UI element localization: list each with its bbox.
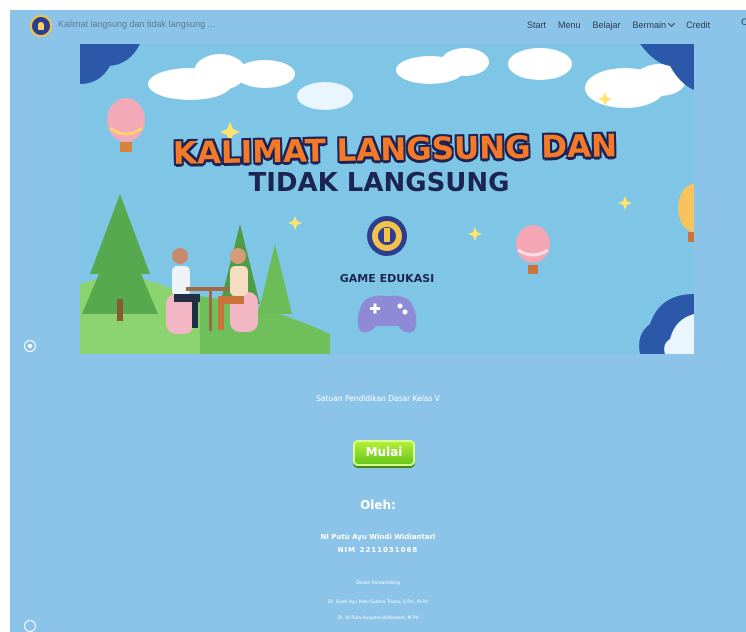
by-label: Oleh:	[360, 498, 396, 512]
advisor-title: Dosen Pembimbing	[356, 581, 400, 586]
start-button[interactable]: Mulai	[353, 440, 415, 466]
nav-bermain[interactable]: Bermain	[632, 19, 676, 30]
banner-title-line2: TIDAK LANGSUNG	[248, 168, 510, 198]
university-logo-icon[interactable]	[30, 15, 52, 37]
advisor-2: Dr. Ni Putu Kusuma Widiastuti, M.Pd	[337, 616, 419, 621]
nav-bermain-label: Bermain	[632, 20, 667, 30]
author-name: Ni Putu Ayu Windi Widiantari	[320, 533, 436, 541]
advisor-1: Dr. Gusti Ayu Putu Sukma Trisna, S.Pd., …	[327, 600, 429, 605]
banner-illustration	[80, 44, 694, 354]
site-title[interactable]: Kalimat langsung dan tidak langsung ...	[58, 19, 215, 29]
nav-belajar[interactable]: Belajar	[593, 20, 621, 30]
main-nav: Start Menu Belajar Bermain Credit	[527, 19, 722, 30]
page: Kalimat langsung dan tidak langsung ... …	[10, 10, 746, 632]
circle-icon[interactable]	[24, 340, 36, 352]
nav-menu[interactable]: Menu	[558, 20, 581, 30]
top-bar: Kalimat langsung dan tidak langsung ... …	[10, 10, 746, 44]
circle-icon[interactable]	[24, 620, 36, 632]
nav-start[interactable]: Start	[527, 20, 546, 30]
author-nim: NIM 2211031068	[337, 546, 419, 554]
chevron-down-icon	[668, 19, 676, 28]
banner-caption: GAME EDUKASI	[339, 272, 435, 285]
subject-text: Satuan Pendidikan Dasar Kelas V	[316, 394, 440, 403]
university-emblem-icon	[367, 216, 407, 256]
nav-overflow[interactable]: C	[741, 18, 746, 28]
hero-banner: KALIMAT LANGSUNG DAN TIDAK LANGSUNG GAME…	[80, 44, 694, 354]
nav-credit[interactable]: Credit	[686, 20, 710, 30]
